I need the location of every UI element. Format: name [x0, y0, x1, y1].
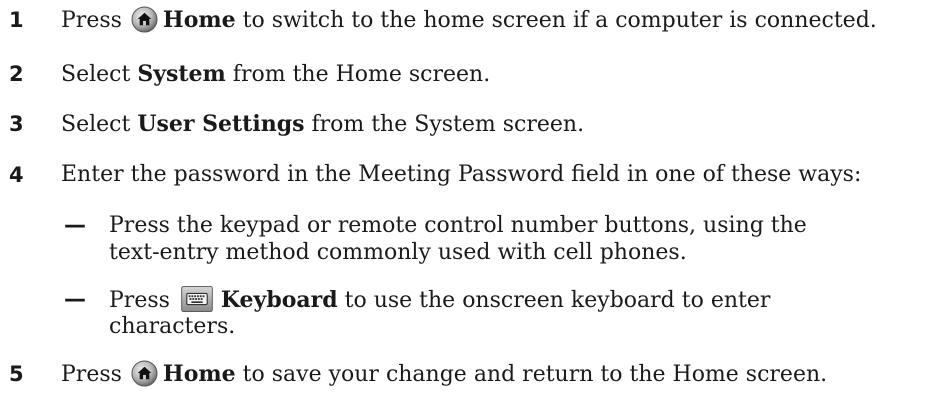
step-text-post: to switch to the home screen if a comput…: [235, 8, 877, 33]
step-number: 2: [9, 62, 24, 86]
step-text: Enter the password in the Meeting Passwo…: [61, 162, 862, 187]
step-number: 1: [9, 8, 24, 32]
sub-item-text-post: to use the onscreen keyboard to enter: [337, 288, 771, 313]
dash-bullet: —: [64, 213, 86, 238]
step-text-post: from the Home screen.: [225, 62, 491, 87]
step-text-post: to save your change and return to the Ho…: [235, 362, 828, 387]
step-text: Press Home to switch to the home screen …: [61, 5, 877, 35]
step-text: Press Home to save your change and retur…: [61, 359, 828, 389]
sub-item-line-1: Press Keyboard to use the onscreen keybo…: [109, 286, 770, 315]
step-number: 5: [9, 362, 24, 386]
step-number: 3: [9, 112, 24, 136]
step-text-pre: Press: [61, 8, 122, 33]
step-text-bold: Home: [162, 7, 236, 33]
step-text-bold: User Settings: [137, 111, 305, 137]
sub-item-line-2: characters.: [109, 314, 236, 339]
step-text-bold: System: [137, 61, 226, 87]
keyboard-icon: [181, 286, 213, 312]
step-text-post: from the System screen.: [304, 112, 585, 137]
step-text: Select System from the Home screen.: [61, 60, 490, 89]
step-text-bold: Home: [162, 361, 236, 387]
sub-item-text-bold: Keyboard: [220, 287, 338, 313]
sub-item-line-2: text-entry method commonly used with cel…: [109, 240, 687, 265]
home-icon: [131, 359, 158, 387]
sub-item-text-pre: Press: [109, 288, 170, 313]
instruction-document: 1 Press Home to switch to the home scree…: [0, 0, 929, 393]
step-text: Select User Settings from the System scr…: [61, 110, 584, 139]
step-text-pre: Select: [61, 112, 138, 137]
step-text-pre: Press: [61, 362, 122, 387]
sub-item-line-1: Press the keypad or remote control numbe…: [109, 213, 807, 238]
dash-bullet: —: [64, 287, 86, 312]
step-text-pre: Select: [61, 62, 138, 87]
home-icon: [131, 5, 158, 33]
step-number: 4: [9, 163, 24, 187]
